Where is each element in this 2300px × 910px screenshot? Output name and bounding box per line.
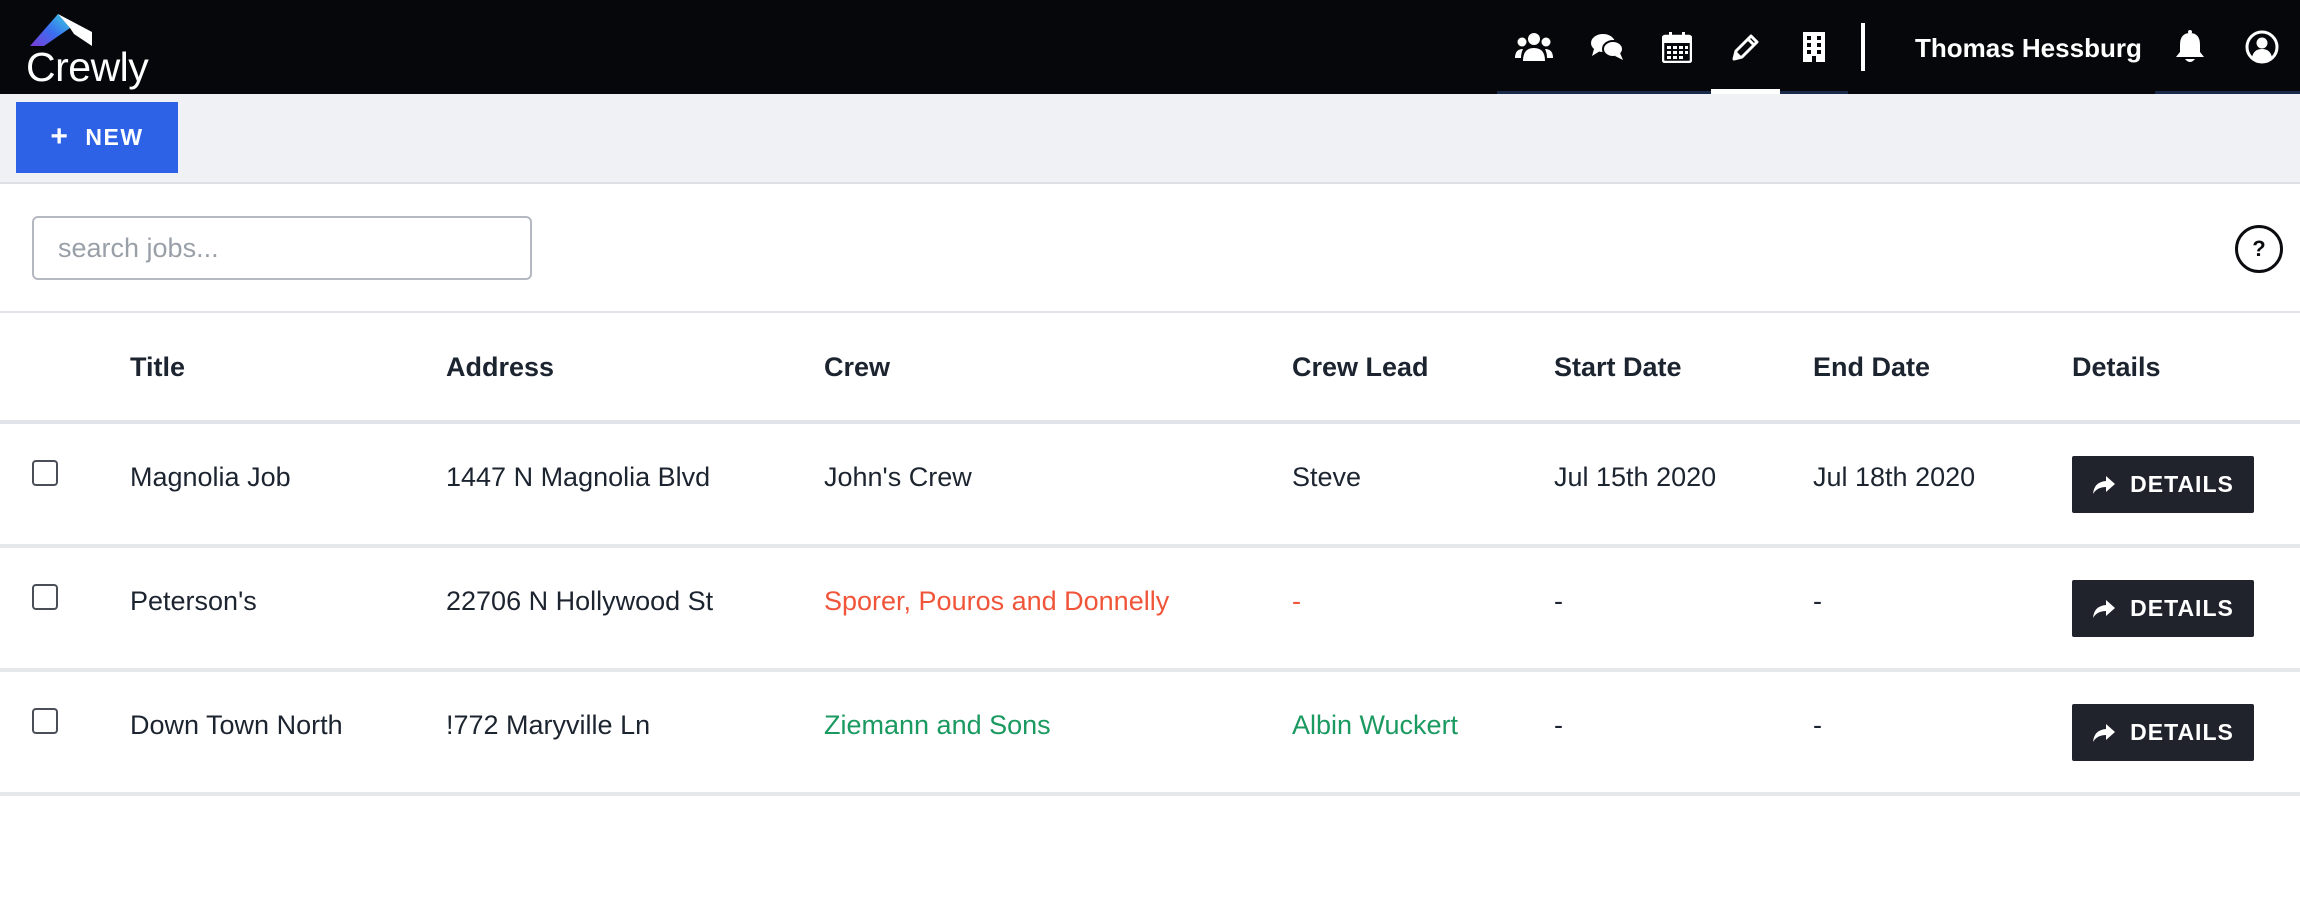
job-crew: John's Crew xyxy=(824,462,972,492)
row-checkbox[interactable] xyxy=(32,708,58,734)
table-row: Peterson's 22706 N Hollywood St Sporer, … xyxy=(0,548,2300,672)
job-crew-lead: Steve xyxy=(1292,462,1362,492)
column-header-end-date[interactable]: End Date xyxy=(1813,352,1930,383)
plus-icon: + xyxy=(50,119,70,153)
user-circle-icon xyxy=(2245,30,2279,64)
details-label: DETAILS xyxy=(2130,719,2234,745)
user-name[interactable]: Thomas Hessburg xyxy=(1915,33,2142,64)
table-row: Down Town North !772 Maryville Ln Zieman… xyxy=(0,672,2300,796)
calendar-icon xyxy=(1662,32,1692,63)
action-bar: + NEW xyxy=(0,94,2300,184)
top-navbar: Crewly Thomas Hessburg xyxy=(0,0,2300,94)
nav-messages[interactable] xyxy=(1570,0,1643,94)
details-label: DETAILS xyxy=(2130,471,2234,497)
notifications-button[interactable] xyxy=(2170,0,2210,94)
job-address: 1447 N Magnolia Blvd xyxy=(446,462,711,492)
share-arrow-icon xyxy=(2093,599,2116,618)
new-job-button[interactable]: + NEW xyxy=(16,102,178,173)
job-crew-lead: - xyxy=(1292,586,1301,616)
nav-crews[interactable] xyxy=(1497,0,1570,94)
details-button[interactable]: DETAILS xyxy=(2072,704,2254,761)
job-end-date: - xyxy=(1813,710,1822,740)
column-header-details: Details xyxy=(2072,352,2161,382)
logo-text: Crewly xyxy=(26,44,149,90)
column-header-crew-lead[interactable]: Crew Lead xyxy=(1292,352,1429,383)
help-icon[interactable]: ? xyxy=(2235,225,2283,273)
crewly-logo[interactable]: Crewly xyxy=(26,8,156,90)
pencil-icon xyxy=(1732,34,1758,61)
job-address: !772 Maryville Ln xyxy=(446,710,651,740)
job-address: 22706 N Hollywood St xyxy=(446,586,714,616)
job-start-date: - xyxy=(1554,710,1563,740)
job-title: Down Town North xyxy=(130,710,343,740)
nav-calendar[interactable] xyxy=(1643,0,1711,94)
account-button[interactable] xyxy=(2240,0,2284,94)
job-start-date: Jul 15th 2020 xyxy=(1554,462,1717,492)
divider xyxy=(0,311,2300,313)
details-button[interactable]: DETAILS xyxy=(2072,580,2254,637)
row-checkbox[interactable] xyxy=(32,584,58,610)
nav-jobs[interactable] xyxy=(1711,0,1780,94)
job-start-date: - xyxy=(1554,586,1563,616)
logo-roof-icon xyxy=(30,14,92,46)
details-label: DETAILS xyxy=(2130,595,2234,621)
job-title: Peterson's xyxy=(130,586,257,616)
nav-company[interactable] xyxy=(1780,0,1848,94)
job-end-date: - xyxy=(1813,586,1822,616)
details-button[interactable]: DETAILS xyxy=(2072,456,2254,513)
column-header-address[interactable]: Address xyxy=(446,352,554,383)
job-crew: Sporer, Pouros and Donnelly xyxy=(824,586,1170,616)
column-header-start-date[interactable]: Start Date xyxy=(1554,352,1682,383)
bell-icon xyxy=(2176,30,2204,62)
column-header-title[interactable]: Title xyxy=(130,352,185,383)
job-crew-lead: Albin Wuckert xyxy=(1292,710,1459,740)
building-icon xyxy=(1803,32,1825,62)
job-title: Magnolia Job xyxy=(130,462,291,492)
search-jobs-input[interactable] xyxy=(32,216,532,280)
nav-divider xyxy=(1861,23,1865,71)
users-icon xyxy=(1514,33,1553,61)
row-checkbox[interactable] xyxy=(32,460,58,486)
job-end-date: Jul 18th 2020 xyxy=(1813,462,1976,492)
column-header-crew[interactable]: Crew xyxy=(824,352,890,383)
new-button-label: NEW xyxy=(85,124,144,150)
row-divider xyxy=(0,792,2300,796)
share-arrow-icon xyxy=(2093,723,2116,742)
job-crew: Ziemann and Sons xyxy=(824,710,1051,740)
comments-icon xyxy=(1590,34,1624,60)
share-arrow-icon xyxy=(2093,475,2116,494)
table-row: Magnolia Job 1447 N Magnolia Blvd John's… xyxy=(0,424,2300,548)
